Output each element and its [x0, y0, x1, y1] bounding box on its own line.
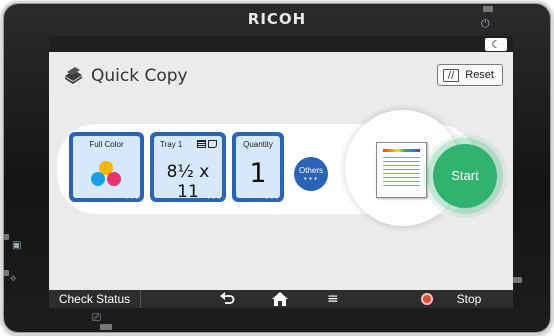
cyan-dot — [91, 172, 105, 186]
tray-icons — [197, 140, 217, 148]
more-icon: ••• — [264, 194, 280, 202]
data-in-icon: ⟡ — [10, 273, 17, 284]
text-line — [383, 181, 420, 182]
color-mode-tile[interactable]: Full Color ••• — [69, 132, 144, 202]
stop-button[interactable]: Stop — [444, 290, 494, 308]
tile-face: Tray 1 8½ x 11 — [154, 136, 222, 202]
check-status-button[interactable]: Check Status — [49, 290, 141, 308]
status-light — [4, 234, 9, 240]
magenta-dot — [107, 172, 121, 186]
energy-saver-button[interactable]: ☾ — [485, 38, 507, 51]
bottom-bar: Check Status ≡ Stop — [49, 290, 513, 308]
touch-screen: ☾ Quick Copy // Reset Full Color ••• Tra… — [49, 36, 513, 308]
status-light — [4, 270, 9, 276]
others-label: Others — [298, 166, 323, 175]
menu-icon[interactable]: ≡ — [327, 290, 339, 308]
more-icon: ••• — [124, 194, 140, 202]
text-line — [383, 177, 420, 178]
more-icon: ••• — [303, 175, 319, 183]
page-title: Quick Copy — [91, 66, 188, 86]
reset-label: Reset — [465, 69, 494, 81]
reset-icon: // — [443, 68, 459, 82]
back-icon[interactable] — [219, 290, 235, 308]
text-line — [383, 173, 420, 174]
system-status-strip: ☾ — [49, 36, 513, 52]
tile-face: Full Color — [73, 136, 140, 198]
power-icon[interactable]: ⏻ — [481, 18, 490, 29]
start-button[interactable]: Start — [433, 144, 497, 208]
status-light — [100, 324, 112, 330]
quantity-label: Quantity — [243, 140, 273, 149]
page-header: Quick Copy — [63, 66, 188, 86]
status-light — [483, 6, 493, 12]
page-preview-icon[interactable] — [376, 142, 427, 198]
paper-tray-tile[interactable]: Tray 1 8½ x 11 ••• — [150, 132, 226, 202]
quantity-value: 1 — [249, 158, 267, 189]
text-line — [383, 169, 420, 170]
reset-button[interactable]: // Reset — [437, 64, 503, 86]
tile-face: Quantity 1 — [236, 136, 280, 198]
usb-icon: ▣ — [12, 240, 22, 251]
text-line — [383, 157, 420, 158]
text-line — [383, 165, 420, 166]
paper-stack-icon — [197, 140, 206, 148]
home-icon[interactable] — [271, 290, 289, 308]
text-line — [383, 161, 420, 162]
color-circles-icon — [73, 136, 140, 198]
stacked-pages-icon — [63, 67, 83, 85]
stop-icon[interactable] — [421, 293, 433, 305]
brand-logo: RICOH — [247, 10, 307, 28]
others-button[interactable]: Others ••• — [294, 157, 328, 191]
quantity-tile[interactable]: Quantity 1 ••• — [232, 132, 284, 202]
more-icon: ••• — [206, 194, 222, 202]
sd-card-icon: ⎚ — [92, 311, 101, 324]
moon-icon: ☾ — [491, 38, 501, 51]
copier-device: RICOH ⏻ ▣ ⟡ ⎚ ☾ Quick Copy // Reset Full… — [4, 4, 550, 332]
color-bar — [383, 149, 420, 152]
text-line — [383, 185, 420, 186]
status-light — [512, 277, 522, 283]
paper-orientation-icon — [208, 140, 217, 148]
